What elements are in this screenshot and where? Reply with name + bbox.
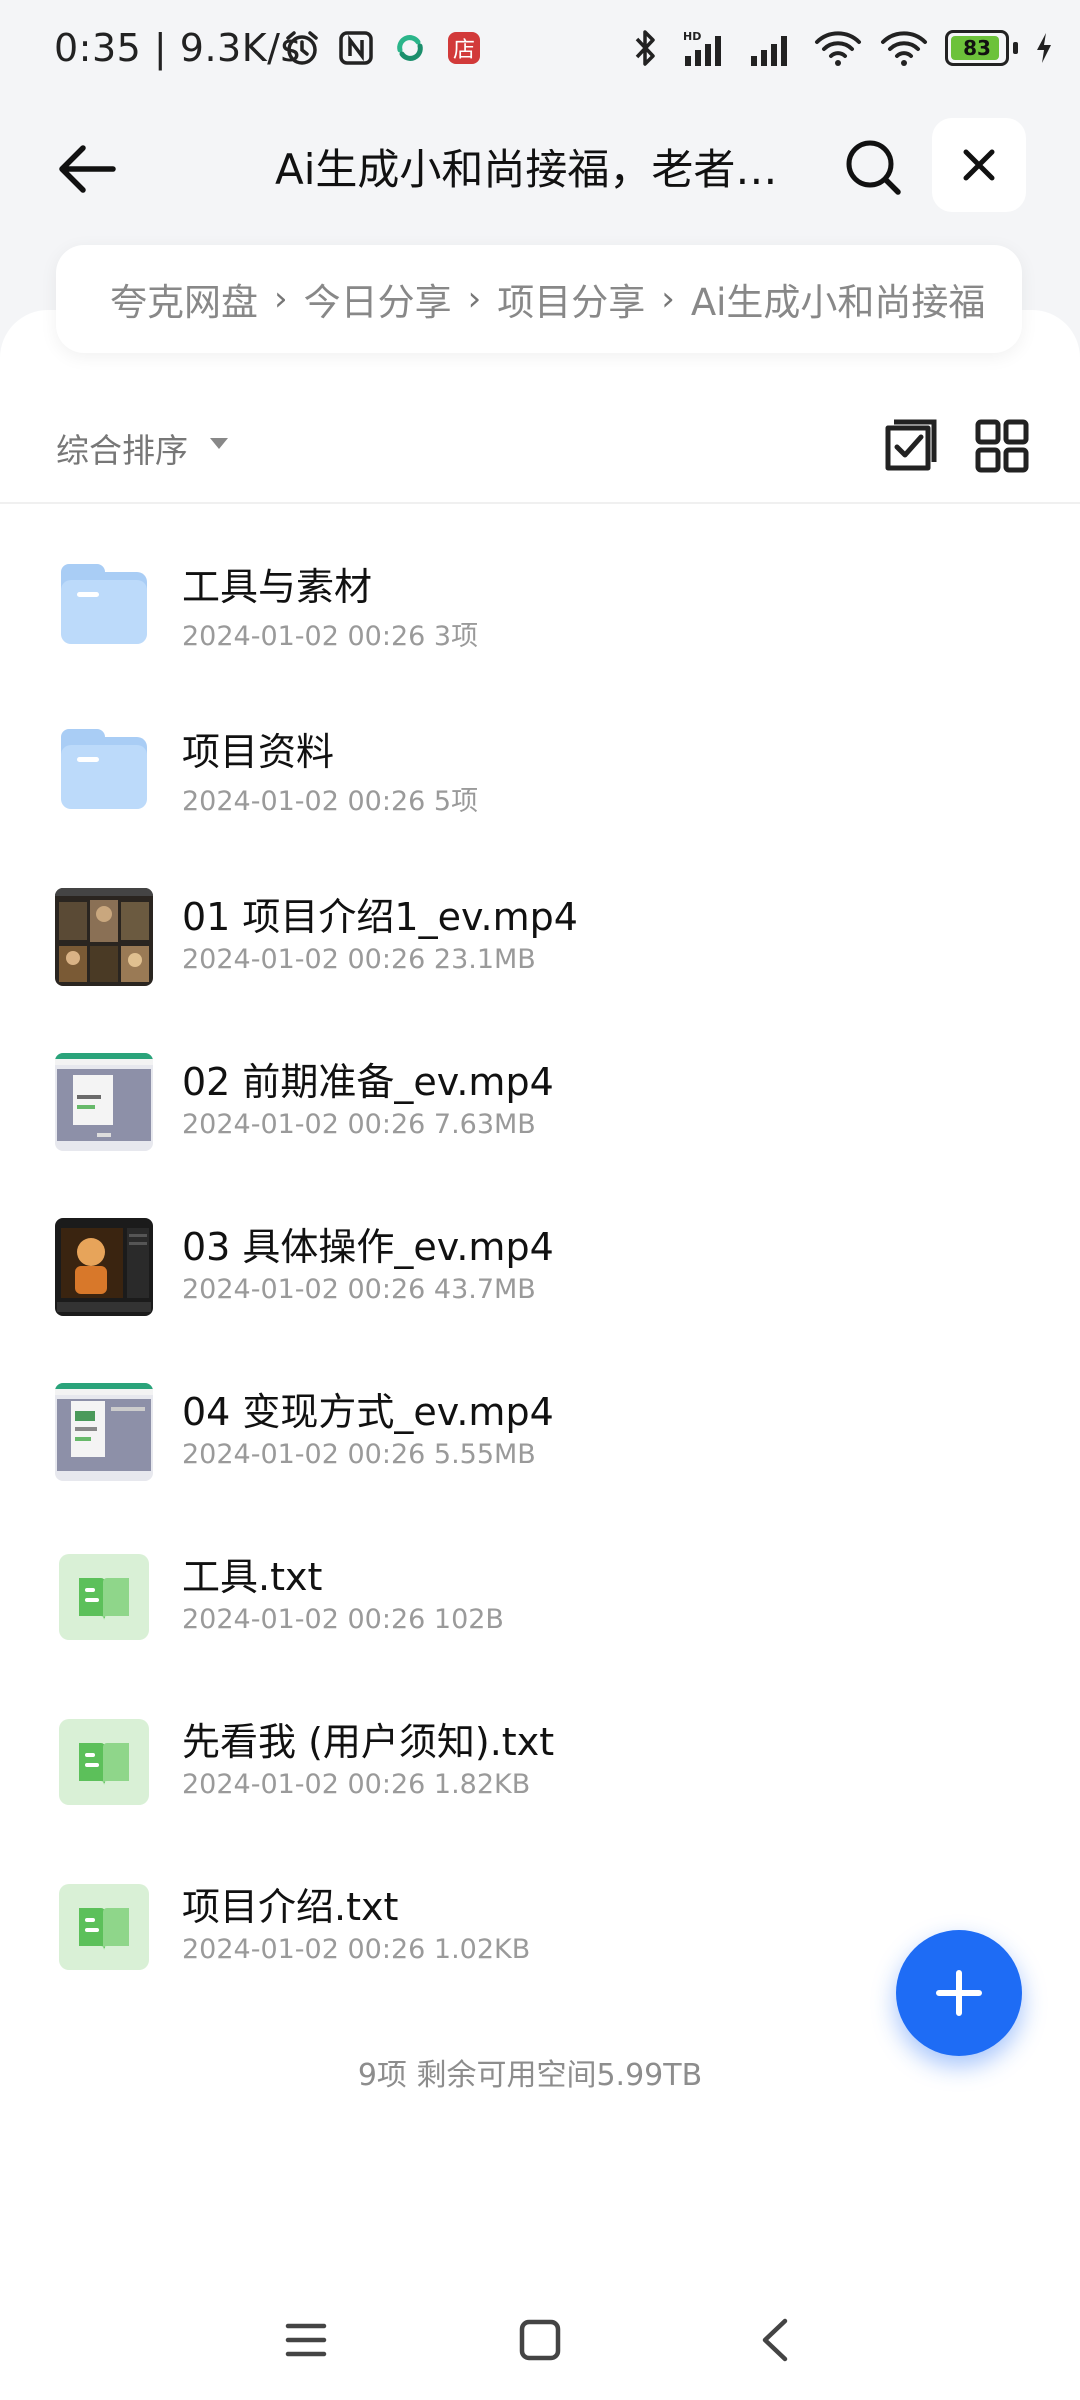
list-item[interactable]: 工具.txt 2024-01-02 00:26 102B [0,1502,1080,1667]
list-toolbar: 综合排序 [0,400,1080,500]
multiselect-button[interactable] [878,414,942,478]
search-icon [846,140,901,195]
menu-button[interactable] [276,2310,336,2370]
wifi-icon [879,28,929,68]
folder-icon [55,723,153,821]
list-item[interactable]: 01 项目介绍1_ev.mp4 2024-01-02 00:26 23.1MB [0,842,1080,1007]
file-meta: 2024-01-02 00:26 1.02KB [182,1934,531,1965]
home-button[interactable] [510,2310,570,2370]
battery-tip [1013,42,1018,54]
file-name: 工具与素材 [182,565,373,609]
arrow-left-icon [59,145,116,193]
header: Ai生成小和尚接福，老者… [0,110,1080,220]
svg-text:HD: HD [683,30,701,43]
list-item[interactable]: 04 变现方式_ev.mp4 2024-01-02 00:26 5.55MB [0,1337,1080,1502]
file-meta: 2024-01-02 00:26 7.63MB [182,1109,536,1140]
breadcrumb-separator: › [274,279,288,319]
breadcrumb-item-today-share[interactable]: 今日分享 [304,272,452,326]
file-meta: 2024-01-02 00:26 1.82KB [182,1769,531,1800]
breadcrumb-separator: › [661,279,675,319]
file-name: 01 项目介绍1_ev.mp4 [182,895,578,939]
file-meta: 2024-01-02 00:26 23.1MB [182,944,536,975]
shop-notification-icon: 店 [444,28,484,68]
grid-view-button[interactable] [970,414,1034,478]
breadcrumb: 夸克网盘 › 今日分享 › 项目分享 › Ai生成小和尚接福 [56,245,1022,353]
list-item[interactable]: 项目资料 2024-01-02 00:26 5项 [0,677,1080,842]
close-button[interactable] [932,118,1026,212]
text-file-icon [55,1548,153,1646]
file-meta: 2024-01-02 00:26 5项 [182,786,479,817]
close-icon [963,149,995,181]
file-name: 项目介绍.txt [182,1885,399,1929]
status-notification-icons: 店 [282,28,484,68]
list-item[interactable]: 03 具体操作_ev.mp4 2024-01-02 00:26 43.7MB [0,1172,1080,1337]
sort-dropdown[interactable]: 综合排序 [56,424,188,472]
battery-level: 83 [963,36,991,60]
app-notification-icon [390,28,430,68]
alarm-icon [282,28,322,68]
caret-down-icon[interactable] [210,438,228,449]
file-meta: 2024-01-02 00:26 43.7MB [182,1274,536,1305]
plus-icon [936,1970,982,2016]
nav-back-button[interactable] [744,2310,804,2370]
chevron-left-icon [762,2318,788,2362]
breadcrumb-item-project-share[interactable]: 项目分享 [497,272,645,326]
grid-view-icon [975,419,1029,473]
signal-icon [747,28,797,68]
checklist-icon [885,419,937,471]
search-button[interactable] [838,132,908,202]
page-title: Ai生成小和尚接福，老者… [275,145,778,194]
file-meta: 2024-01-02 00:26 5.55MB [182,1439,536,1470]
breadcrumb-item-quark[interactable]: 夸克网盘 [110,272,258,326]
list-item[interactable]: 先看我 (用户须知).txt 2024-01-02 00:26 1.82KB [0,1667,1080,1832]
file-meta: 2024-01-02 00:26 3项 [182,621,479,652]
signal-hd-icon: HD [681,28,731,68]
charging-icon [1034,28,1054,68]
breadcrumb-item-current[interactable]: Ai生成小和尚接福 [691,272,986,326]
file-name: 先看我 (用户须知).txt [182,1720,555,1764]
divider [0,502,1080,504]
video-thumbnail [55,1053,153,1151]
file-name: 02 前期准备_ev.mp4 [182,1060,554,1104]
status-bar: 0:35 | 9.3K/s 店 HD 83 [0,0,1080,105]
system-nav-bar [0,2280,1080,2400]
text-file-icon [55,1713,153,1811]
file-name: 04 变现方式_ev.mp4 [182,1390,554,1434]
breadcrumb-separator: › [467,279,482,319]
menu-icon [285,2323,327,2357]
storage-summary: 9项 剩余可用空间5.99TB [357,2058,703,2093]
text-file-icon [55,1878,153,1976]
back-button[interactable] [52,134,122,204]
file-meta: 2024-01-02 00:26 102B [182,1604,504,1635]
battery-icon: 83 [945,30,1009,66]
video-thumbnail [55,1218,153,1316]
file-name: 03 具体操作_ev.mp4 [182,1225,554,1269]
list-item[interactable]: 02 前期准备_ev.mp4 2024-01-02 00:26 7.63MB [0,1007,1080,1172]
list-item[interactable]: 工具与素材 2024-01-02 00:26 3项 [0,512,1080,677]
file-name: 工具.txt [182,1555,323,1599]
nfc-icon [336,28,376,68]
home-square-icon [519,2319,561,2361]
add-button[interactable] [896,1930,1022,2056]
folder-icon [55,558,153,656]
status-time-speed: 0:35 | 9.3K/s [54,26,301,70]
wifi-icon [813,28,863,68]
status-system-icons: HD 83 [625,28,1054,68]
video-thumbnail [55,888,153,986]
file-name: 项目资料 [182,730,335,774]
bluetooth-icon [625,28,665,68]
video-thumbnail [55,1383,153,1481]
svg-text:店: 店 [453,38,475,63]
